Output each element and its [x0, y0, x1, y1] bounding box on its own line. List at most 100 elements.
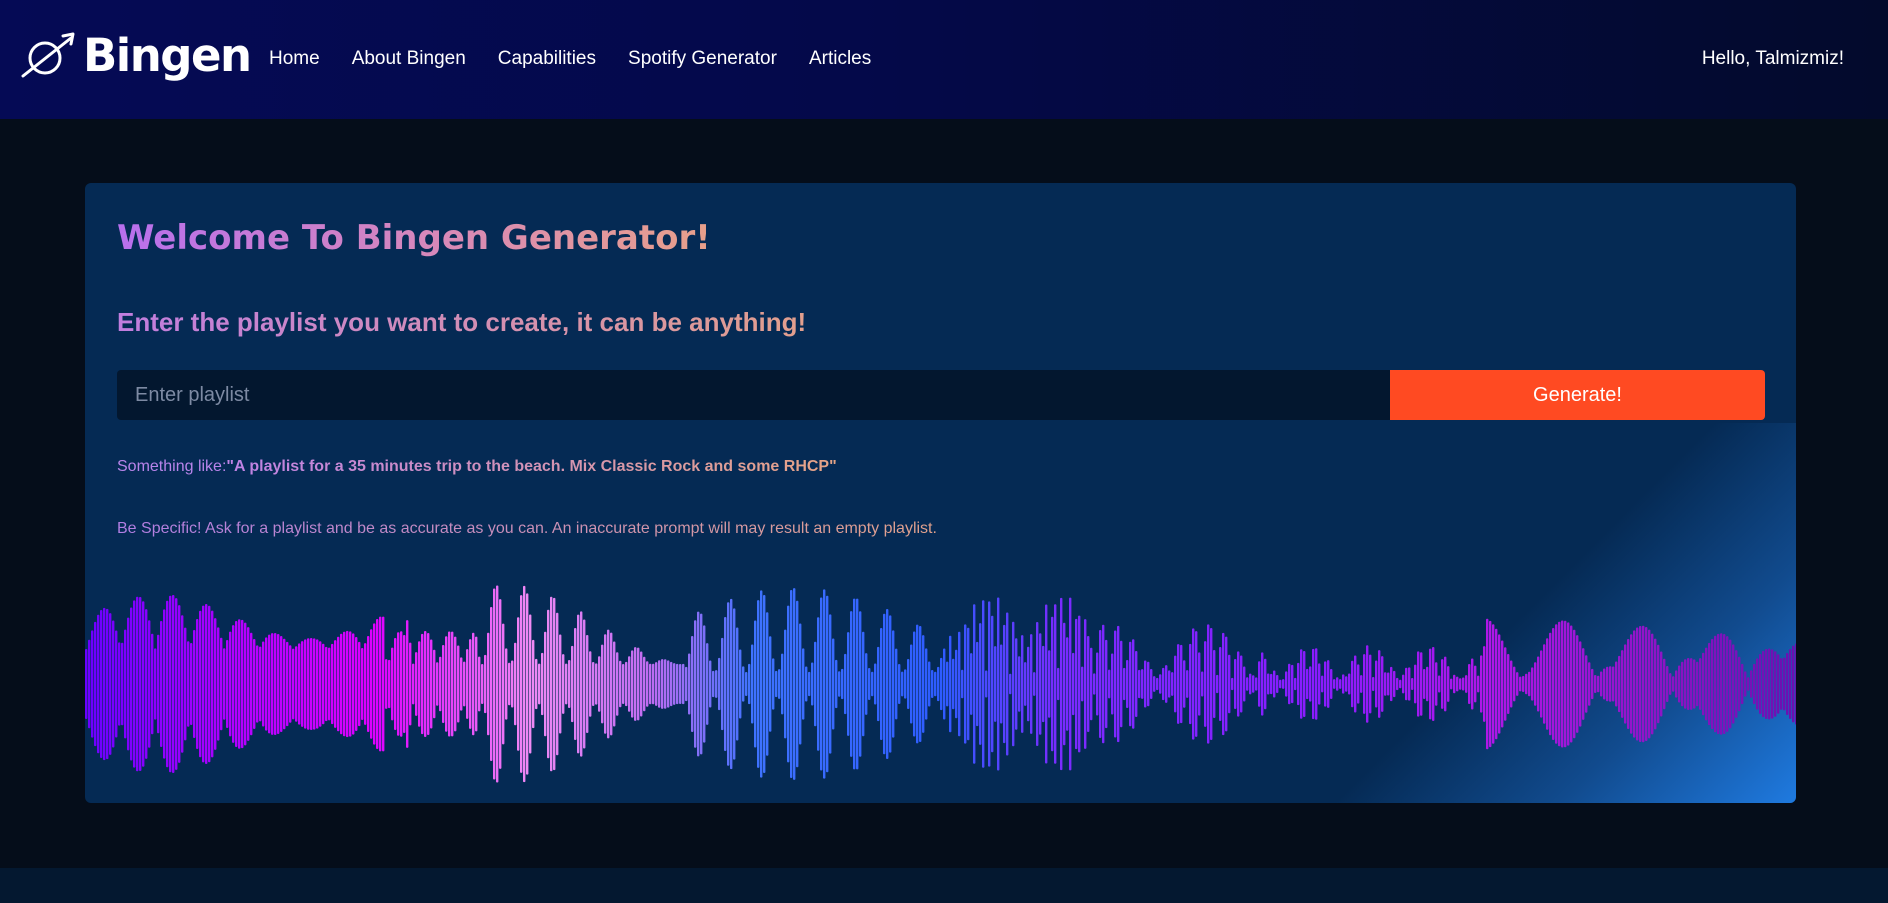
waveform-bar	[130, 607, 133, 761]
waveform-bar	[1150, 669, 1153, 699]
waveform-bar	[1276, 675, 1279, 693]
waveform-bar	[442, 645, 445, 723]
waveform-bar	[1423, 668, 1426, 700]
waveform-bar	[1768, 648, 1771, 720]
waveform-bar	[1084, 619, 1087, 749]
waveform-bar	[1456, 676, 1459, 692]
waveform-bar	[790, 589, 793, 779]
waveform-bar	[667, 660, 670, 708]
waveform-bar	[1315, 648, 1318, 720]
waveform-bar	[1354, 655, 1357, 713]
waveform-bar	[1042, 645, 1045, 723]
nav-articles[interactable]: Articles	[809, 47, 871, 71]
waveform-bar	[1261, 652, 1264, 716]
waveform-bar	[1630, 634, 1633, 734]
waveform-bar	[928, 661, 931, 707]
waveform-bar	[1249, 673, 1252, 695]
user-greeting[interactable]: Hello, Talmizmiz!	[1702, 47, 1844, 71]
waveform-bar	[631, 650, 634, 718]
waveform-bar	[220, 637, 223, 731]
waveform-bar	[1138, 669, 1141, 699]
waveform-bar	[367, 636, 370, 732]
waveform-bar	[1279, 679, 1282, 689]
waveform-bar	[370, 629, 373, 739]
waveform-bar	[988, 601, 991, 767]
waveform-bar	[1348, 673, 1351, 695]
waveform-bar	[1438, 675, 1441, 693]
nav-spotify-generator[interactable]: Spotify Generator	[628, 47, 777, 71]
example-text: "A playlist for a 35 minutes trip to the…	[226, 458, 837, 475]
waveform-bar	[1558, 621, 1561, 747]
waveform-bar	[163, 609, 166, 759]
waveform-bar	[1639, 625, 1642, 743]
waveform-bar	[712, 670, 715, 698]
waveform-bar	[847, 632, 850, 736]
waveform-bar	[1009, 673, 1012, 695]
waveform-bar	[424, 631, 427, 737]
waveform-bar	[295, 646, 298, 722]
nav-about-bingen[interactable]: About Bingen	[352, 47, 466, 71]
page-subtitle: Enter the playlist you want to create, i…	[117, 307, 807, 337]
waveform-bar	[778, 669, 781, 699]
waveform-bar	[808, 671, 811, 697]
waveform-bar	[412, 663, 415, 705]
waveform-bar	[322, 643, 325, 725]
waveform-bar	[700, 613, 703, 755]
waveform-bar	[1252, 675, 1255, 693]
waveform-bar	[718, 657, 721, 711]
waveform-bar	[1471, 658, 1474, 710]
waveform-bar	[379, 616, 382, 752]
waveform-bar	[271, 633, 274, 735]
waveform-bar	[1195, 631, 1198, 737]
waveform-bar	[1246, 677, 1249, 691]
waveform-bar	[742, 666, 745, 702]
waveform-bar	[136, 596, 139, 772]
waveform-bar	[439, 656, 442, 712]
waveform-bar	[1621, 650, 1624, 718]
waveform-bar	[970, 653, 973, 715]
waveform-bar	[1096, 652, 1099, 716]
waveform-bar	[91, 630, 94, 738]
waveform-bar	[754, 620, 757, 748]
waveform-bar	[1087, 635, 1090, 733]
waveform-bar	[1000, 644, 1003, 724]
waveform-bar	[1123, 667, 1126, 701]
waveform-bar	[1363, 654, 1366, 714]
waveform-bar	[331, 643, 334, 725]
waveform-bar	[175, 598, 178, 770]
waveform-bar	[1690, 658, 1693, 710]
waveform-bar	[1075, 618, 1078, 750]
waveform-bar	[565, 663, 568, 705]
waveform-bar	[235, 621, 238, 747]
waveform-bar	[1060, 597, 1063, 771]
waveform-bar	[1021, 635, 1024, 733]
waveform-bar	[1192, 628, 1195, 740]
waveform-bar	[1420, 652, 1423, 716]
waveform-bar	[898, 664, 901, 704]
waveform-bar	[499, 599, 502, 769]
waveform-bar	[1057, 667, 1060, 701]
waveform-bar	[448, 631, 451, 737]
waveform-bar	[100, 609, 103, 759]
waveform-bar	[1219, 646, 1222, 722]
waveform-bar	[196, 619, 199, 749]
waveform-bar	[1186, 670, 1189, 698]
generate-button[interactable]: Generate!	[1390, 370, 1765, 420]
waveform-bar	[871, 671, 874, 697]
brand-logo[interactable]: Bingen	[21, 30, 252, 82]
waveform-bar	[1738, 656, 1741, 712]
waveform-bar	[748, 663, 751, 705]
waveform-bar	[952, 658, 955, 710]
playlist-input[interactable]	[117, 370, 1390, 420]
waveform-bar	[280, 636, 283, 732]
waveform-bar	[775, 670, 778, 698]
waveform-bar	[1126, 659, 1129, 709]
waveform-bar	[1744, 671, 1747, 697]
nav-capabilities[interactable]: Capabilities	[498, 47, 596, 71]
waveform-bar	[985, 670, 988, 698]
waveform-bar	[223, 648, 226, 720]
nav-home[interactable]: Home	[269, 47, 320, 71]
waveform-bar	[1432, 647, 1435, 721]
waveform-bar	[1165, 665, 1168, 703]
waveform-bar	[1705, 647, 1708, 721]
